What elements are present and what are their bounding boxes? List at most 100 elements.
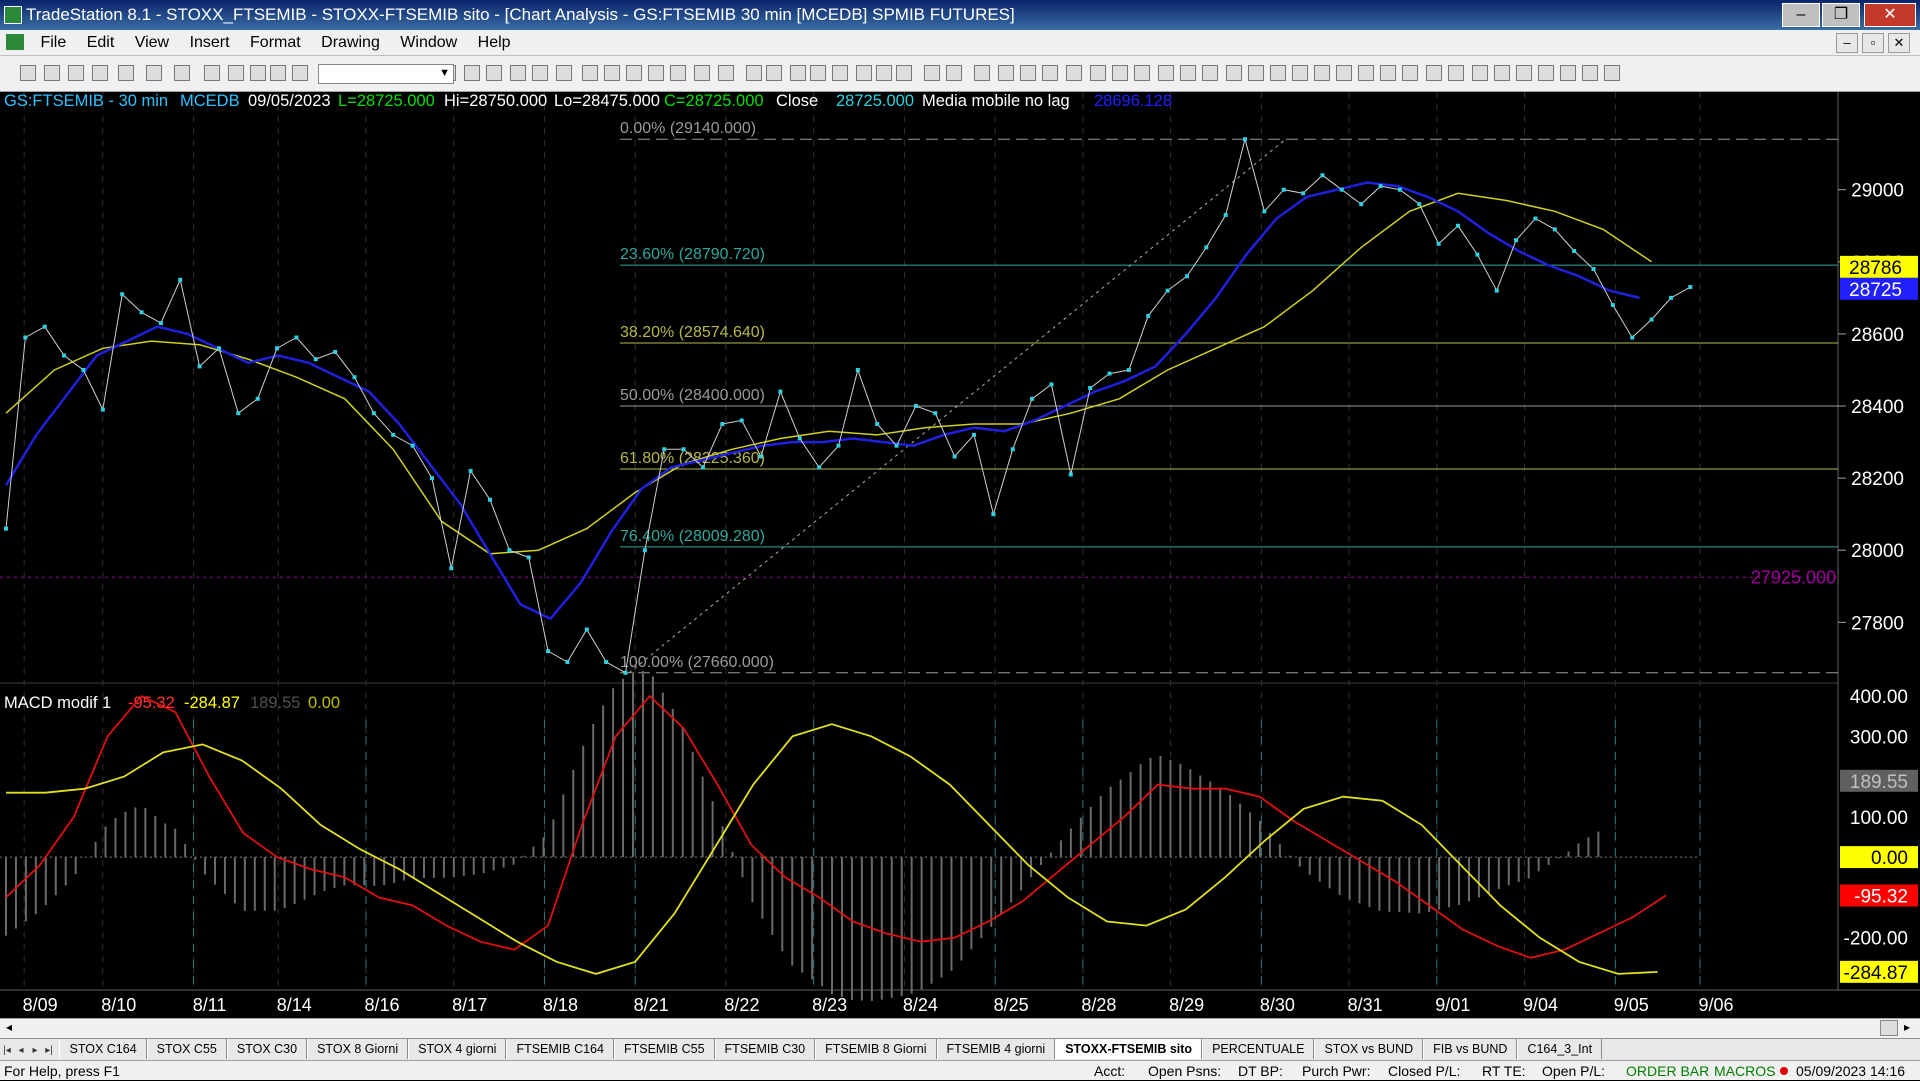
toolbar-tool-icon[interactable] bbox=[1472, 65, 1488, 81]
toolbar-combo[interactable]: ▼ bbox=[318, 64, 454, 84]
toolbar-tool-icon[interactable] bbox=[464, 65, 480, 81]
toolbar-tool-icon[interactable] bbox=[510, 65, 526, 81]
menu-file[interactable]: File bbox=[32, 30, 74, 56]
toolbar-tool-icon[interactable] bbox=[1604, 65, 1620, 81]
toolbar-tool-icon[interactable] bbox=[556, 65, 572, 81]
sheet-tab[interactable]: STOX C55 bbox=[146, 1039, 227, 1059]
scroll-right-arrow-icon[interactable]: ▸ bbox=[1904, 1020, 1910, 1034]
macros-button[interactable]: MACROS bbox=[1714, 1061, 1775, 1081]
toolbar-tool-icon[interactable] bbox=[1090, 65, 1106, 81]
maximize-button[interactable]: ❐ bbox=[1822, 3, 1860, 27]
toolbar-tool-icon[interactable] bbox=[1560, 65, 1576, 81]
chart-svg[interactable]: 8/09 8/10 8/11 8/14 8/16 8/17 8/18 8/21 8/22 8/23… bbox=[0, 92, 1920, 1018]
sheet-tab[interactable]: STOX C164 bbox=[59, 1039, 147, 1059]
toolbar-tool-icon[interactable] bbox=[270, 65, 286, 81]
toolbar-tool-icon[interactable] bbox=[810, 65, 826, 81]
sheet-tab[interactable]: STOX 8 Giorni bbox=[307, 1039, 409, 1059]
toolbar-tool-icon[interactable] bbox=[648, 65, 664, 81]
sheet-tab[interactable]: FTSEMIB C164 bbox=[506, 1039, 614, 1059]
toolbar-tool-icon[interactable] bbox=[974, 65, 990, 81]
toolbar-tool-icon[interactable] bbox=[1248, 65, 1264, 81]
sheet-tab[interactable]: FTSEMIB 8 Giorni bbox=[815, 1039, 937, 1059]
sheet-tab[interactable]: STOXX-FTSEMIB sito bbox=[1055, 1039, 1203, 1059]
toolbar-tool-icon[interactable] bbox=[118, 65, 134, 81]
toolbar-tool-icon[interactable] bbox=[896, 65, 912, 81]
menu-edit[interactable]: Edit bbox=[79, 30, 123, 56]
toolbar-tool-icon[interactable] bbox=[1042, 65, 1058, 81]
sheet-tab[interactable]: FIB vs BUND bbox=[1423, 1039, 1518, 1059]
toolbar-tool-icon[interactable] bbox=[1158, 65, 1174, 81]
order-bar-button[interactable]: ORDER BAR bbox=[1626, 1061, 1709, 1081]
horizontal-scrollbar[interactable]: ◂ ▸ bbox=[0, 1018, 1920, 1038]
toolbar-tool-icon[interactable] bbox=[856, 65, 872, 81]
toolbar-tool-icon[interactable] bbox=[532, 65, 548, 81]
close-button[interactable]: ✕ bbox=[1864, 3, 1916, 27]
tab-last-icon[interactable]: ▸| bbox=[42, 1041, 56, 1060]
toolbar-tool-icon[interactable] bbox=[694, 65, 710, 81]
toolbar-tool-icon[interactable] bbox=[92, 65, 108, 81]
toolbar-tool-icon[interactable] bbox=[582, 65, 598, 81]
menu-window[interactable]: Window bbox=[392, 30, 465, 56]
toolbar-tool-icon[interactable] bbox=[68, 65, 84, 81]
sheet-tab[interactable]: STOX vs BUND bbox=[1314, 1039, 1424, 1059]
toolbar-tool-icon[interactable] bbox=[1358, 65, 1374, 81]
toolbar-tool-icon[interactable] bbox=[1380, 65, 1396, 81]
sheet-tab[interactable]: FTSEMIB C30 bbox=[714, 1039, 816, 1059]
toolbar-tool-icon[interactable] bbox=[766, 65, 782, 81]
toolbar-tool-icon[interactable] bbox=[1582, 65, 1598, 81]
toolbar-tool-icon[interactable] bbox=[1226, 65, 1242, 81]
toolbar-tool-icon[interactable] bbox=[1180, 65, 1196, 81]
toolbar-tool-icon[interactable] bbox=[832, 65, 848, 81]
sheet-tab[interactable]: STOX 4 giorni bbox=[408, 1039, 507, 1059]
mdi-restore-button[interactable]: ▫ bbox=[1862, 33, 1884, 53]
sheet-tab[interactable]: FTSEMIB C55 bbox=[613, 1039, 715, 1059]
toolbar-tool-icon[interactable] bbox=[924, 65, 940, 81]
toolbar-tool-icon[interactable] bbox=[228, 65, 244, 81]
tab-first-icon[interactable]: |◂ bbox=[0, 1041, 14, 1060]
tab-prev-icon[interactable]: ◂ bbox=[14, 1041, 28, 1060]
toolbar-tool-icon[interactable] bbox=[790, 65, 806, 81]
mdi-close-button[interactable]: ✕ bbox=[1888, 33, 1910, 53]
toolbar-tool-icon[interactable] bbox=[292, 65, 308, 81]
menu-view[interactable]: View bbox=[127, 30, 177, 56]
toolbar-tool-icon[interactable] bbox=[1538, 65, 1554, 81]
toolbar-tool-icon[interactable] bbox=[1516, 65, 1532, 81]
toolbar-tool-icon[interactable] bbox=[718, 65, 734, 81]
toolbar-tool-icon[interactable] bbox=[1494, 65, 1510, 81]
sheet-tab[interactable]: FTSEMIB 4 giorni bbox=[936, 1039, 1056, 1059]
toolbar-tool-icon[interactable] bbox=[1426, 65, 1442, 81]
toolbar-tool-icon[interactable] bbox=[250, 65, 266, 81]
toolbar-tool-icon[interactable] bbox=[1270, 65, 1286, 81]
toolbar-tool-icon[interactable] bbox=[1336, 65, 1352, 81]
chart-analysis-window[interactable]: 8/09 8/10 8/11 8/14 8/16 8/17 8/18 8/21 8/22 8/23… bbox=[0, 92, 1920, 1028]
menu-insert[interactable]: Insert bbox=[182, 30, 238, 56]
menu-drawing[interactable]: Drawing bbox=[313, 30, 388, 56]
toolbar-tool-icon[interactable] bbox=[746, 65, 762, 81]
scroll-left-arrow-icon[interactable]: ◂ bbox=[6, 1020, 12, 1034]
toolbar-tool-icon[interactable] bbox=[946, 65, 962, 81]
toolbar-tool-icon[interactable] bbox=[1292, 65, 1308, 81]
toolbar-tool-icon[interactable] bbox=[1066, 65, 1082, 81]
toolbar-tool-icon[interactable] bbox=[1112, 65, 1128, 81]
toolbar-tool-icon[interactable] bbox=[204, 65, 220, 81]
sheet-tab[interactable]: PERCENTUALE bbox=[1202, 1039, 1315, 1059]
toolbar-tool-icon[interactable] bbox=[1314, 65, 1330, 81]
menu-format[interactable]: Format bbox=[242, 30, 309, 56]
toolbar-tool-icon[interactable] bbox=[174, 65, 190, 81]
toolbar-tool-icon[interactable] bbox=[20, 65, 36, 81]
toolbar-tool-icon[interactable] bbox=[1402, 65, 1418, 81]
toolbar-tool-icon[interactable] bbox=[44, 65, 60, 81]
toolbar-tool-icon[interactable] bbox=[486, 65, 502, 81]
toolbar-tool-icon[interactable] bbox=[876, 65, 892, 81]
toolbar-tool-icon[interactable] bbox=[1134, 65, 1150, 81]
sheet-tab[interactable]: STOX C30 bbox=[226, 1039, 308, 1059]
toolbar-tool-icon[interactable] bbox=[670, 65, 686, 81]
tab-next-icon[interactable]: ▸ bbox=[28, 1041, 42, 1060]
toolbar-tool-icon[interactable] bbox=[1448, 65, 1464, 81]
mdi-minimize-button[interactable]: – bbox=[1836, 33, 1858, 53]
toolbar-tool-icon[interactable] bbox=[626, 65, 642, 81]
menu-help[interactable]: Help bbox=[470, 30, 519, 56]
toolbar-tool-icon[interactable] bbox=[604, 65, 620, 81]
toolbar-tool-icon[interactable] bbox=[1202, 65, 1218, 81]
toolbar-tool-icon[interactable] bbox=[1020, 65, 1036, 81]
